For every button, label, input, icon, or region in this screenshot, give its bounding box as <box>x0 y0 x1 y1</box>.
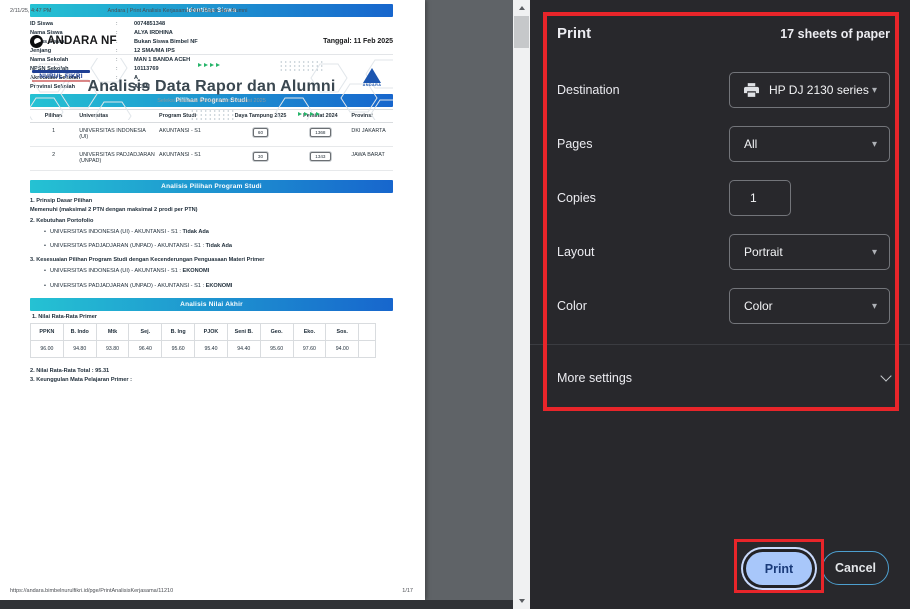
pages-label: Pages <box>557 137 592 151</box>
chevron-down-icon: ▾ <box>872 85 877 96</box>
scrollbar-thumb[interactable] <box>514 16 529 48</box>
scrollbar-down-button[interactable] <box>513 593 530 609</box>
document-banner: NURUL FIKRI ANDARA Analisis Data Rapor d… <box>30 58 393 120</box>
sheets-count: 17 sheets of paper <box>780 27 890 41</box>
capacity-badge: 60 <box>253 128 268 137</box>
dot-grid-decoration <box>279 60 323 73</box>
andara-nf-logo-icon <box>30 35 43 48</box>
color-dropdown[interactable]: Color ▾ <box>729 288 890 324</box>
analysis-bullet: UNIVERSITAS PADJADJARAN (UNPAD) - AKUNTA… <box>44 283 393 290</box>
footer-page-number: 1/17 <box>402 588 413 594</box>
print-dialog-screen: 2/11/25, 4:47 PM Andara | Print Analisis… <box>0 0 910 609</box>
print-settings-panel: Print 17 sheets of paper Destination HP … <box>530 0 910 609</box>
copies-field[interactable] <box>729 180 791 216</box>
section-header-analysis: Analisis Pilihan Program Studi <box>30 180 393 193</box>
program-table-row: 2 UNIVERSITAS PADJADJARAN (UNPAD) AKUNTA… <box>30 147 393 171</box>
scores-table: PPKN96.00 B. Indo94.80 Mtk93.80 Sej.96.4… <box>30 323 376 358</box>
color-value: Color <box>744 299 773 313</box>
destination-label: Destination <box>557 83 620 97</box>
scrollbar-up-button[interactable] <box>513 0 530 16</box>
document-date: Tanggal: 11 Feb 2025 <box>323 38 393 45</box>
section-header-scores: Analisis Nilai Akhir <box>30 298 393 311</box>
analysis-heading: 3. Kesesuaian Pilihan Program Studi deng… <box>30 256 393 264</box>
chevron-down-icon <box>880 370 891 381</box>
printer-icon <box>744 83 759 97</box>
brand-row: ANDARA NF Tanggal: 11 Feb 2025 <box>30 32 393 50</box>
document-title: Analisis Data Rapor dan Alumni <box>30 78 393 96</box>
preview-scrollbar[interactable] <box>513 0 530 609</box>
pages-row: Pages All ▾ <box>557 126 890 162</box>
identity-row: ID Siswa0074851348 <box>30 19 393 28</box>
analysis-bullet: UNIVERSITAS INDONESIA (UI) - AKUNTANSI -… <box>44 229 393 236</box>
destination-dropdown[interactable]: HP DJ 2130 series ▾ <box>729 72 890 108</box>
green-arrows-decoration <box>198 63 220 67</box>
print-button[interactable]: Print <box>746 552 812 585</box>
copies-input[interactable] <box>750 191 778 205</box>
print-preview-background: 2/11/25, 4:47 PM Andara | Print Analisis… <box>0 0 513 609</box>
color-row: Color Color ▾ <box>557 288 890 324</box>
color-label: Color <box>557 299 587 313</box>
applicants-badge: 1368 <box>310 128 330 137</box>
layout-label: Layout <box>557 245 595 259</box>
meta-document-title: Andara | Print Analisis Kerjasama Data R… <box>0 8 355 14</box>
analysis-heading: Memenuhi (maksimal 2 PTN dengan maksimal… <box>30 206 393 214</box>
page-meta-row: 2/11/25, 4:47 PM Andara | Print Analisis… <box>0 8 425 14</box>
layout-row: Layout Portrait ▾ <box>557 234 890 270</box>
header-divider <box>32 54 393 55</box>
document-subtitle: Seleksi Nasional Berdasarkan Prestasi 20… <box>30 98 393 104</box>
destination-row: Destination HP DJ 2130 series ▾ <box>557 72 890 108</box>
dot-grid-decoration <box>190 109 234 120</box>
pages-dropdown[interactable]: All ▾ <box>729 126 890 162</box>
copies-label: Copies <box>557 191 596 205</box>
chevron-down-icon: ▾ <box>872 139 877 150</box>
analysis-heading: 2. Kebutuhan Portofolio <box>30 217 393 225</box>
dialog-header: Print 17 sheets of paper <box>557 25 890 42</box>
pages-value: All <box>744 137 757 151</box>
more-settings-label: More settings <box>557 371 632 385</box>
layout-dropdown[interactable]: Portrait ▾ <box>729 234 890 270</box>
cancel-button[interactable]: Cancel <box>822 551 889 585</box>
more-settings-toggle[interactable]: More settings <box>557 360 890 396</box>
settings-divider <box>530 344 910 345</box>
program-table-row: 1 UNIVERSITAS INDONESIA (UI) AKUNTANSI -… <box>30 123 393 147</box>
scores-subtitle: 1. Nilai Rata-Rata Primer <box>32 314 393 320</box>
chevron-down-icon: ▾ <box>872 247 877 258</box>
green-arrows-decoration <box>298 112 320 116</box>
scroll-up-icon <box>519 6 525 10</box>
destination-value: HP DJ 2130 series <box>769 83 869 97</box>
dialog-title: Print <box>557 25 591 42</box>
scroll-down-icon <box>519 599 525 603</box>
brand-name: ANDARA NF <box>47 35 117 47</box>
applicants-badge: 1343 <box>310 152 330 161</box>
scores-total-line: 2. Nilai Rata-Rata Total : 95.31 <box>30 367 393 375</box>
analysis-bullet: UNIVERSITAS INDONESIA (UI) - AKUNTANSI -… <box>44 268 393 275</box>
page-footer: https://andara.bimbelnurulfikri.id/pge/P… <box>10 588 413 594</box>
analysis-section: 1. Prinsip Dasar Pilihan Memenuhi (maksi… <box>30 197 393 290</box>
preview-bottom-edge <box>0 600 513 609</box>
scores-primer-line: 3. Keunggulan Mata Pelajaran Primer : <box>30 376 393 384</box>
analysis-bullet: UNIVERSITAS PADJADJARAN (UNPAD) - AKUNTA… <box>44 243 393 250</box>
copies-row: Copies <box>557 180 890 216</box>
analysis-heading: 1. Prinsip Dasar Pilihan <box>30 197 393 205</box>
footer-url: https://andara.bimbelnurulfikri.id/pge/P… <box>10 588 173 594</box>
capacity-badge: 30 <box>253 152 268 161</box>
layout-value: Portrait <box>744 245 783 259</box>
scores-section: 1. Nilai Rata-Rata Primer PPKN96.00 B. I… <box>30 314 393 384</box>
chevron-down-icon: ▾ <box>872 301 877 312</box>
print-preview-page: 2/11/25, 4:47 PM Andara | Print Analisis… <box>0 0 425 600</box>
